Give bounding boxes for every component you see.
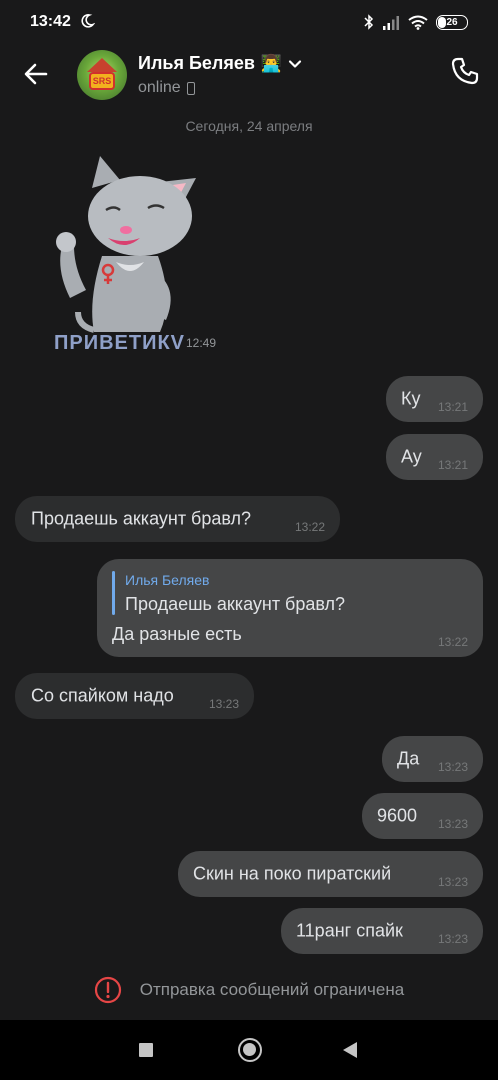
message-text: 9600 xyxy=(377,805,418,826)
recent-apps-button[interactable] xyxy=(139,1043,153,1057)
message-text: Да xyxy=(397,748,420,769)
message-bubble[interactable]: Продаешь аккаунт бравл? 13:22 xyxy=(15,496,340,542)
message-bubble[interactable]: Со спайком надо 13:23 xyxy=(15,673,254,719)
message-time: 12:49 xyxy=(186,336,217,350)
message-text: Ау xyxy=(401,446,422,467)
message-time: 13:23 xyxy=(437,760,468,774)
message-text: 11ранг спайк xyxy=(296,920,403,941)
presence-status: online xyxy=(138,79,195,97)
bluetooth-icon xyxy=(364,14,374,30)
battery-icon: 26 xyxy=(436,14,468,30)
chevron-down-icon[interactable] xyxy=(288,57,302,71)
date-divider: Сегодня, 24 апреля xyxy=(185,118,313,134)
message-time: 13:21 xyxy=(437,458,468,472)
back-arrow-icon[interactable] xyxy=(20,58,52,90)
message-text: Со спайком надо xyxy=(31,685,174,706)
phone-icon[interactable] xyxy=(450,56,480,86)
home-button[interactable] xyxy=(238,1038,262,1062)
messaging-restricted-notice: Отправка сообщений ограничена xyxy=(0,968,498,1012)
message-time: 13:23 xyxy=(208,697,239,711)
message-bubble[interactable]: Ку 13:21 xyxy=(386,376,483,422)
avatar-badge: SRS xyxy=(89,72,115,90)
message-text: Продаешь аккаунт бравл? xyxy=(31,508,252,529)
mobile-device-icon xyxy=(186,81,195,95)
name-emoji: 👨‍💻 xyxy=(260,53,283,73)
contact-name[interactable]: Илья Беляев xyxy=(138,53,255,74)
message-text: Ку xyxy=(401,388,421,409)
message-bubble[interactable]: Скин на поко пиратский 13:23 xyxy=(178,851,483,897)
message-time: 13:21 xyxy=(437,400,468,414)
message-time: 13:23 xyxy=(437,932,468,946)
moon-icon xyxy=(81,14,95,28)
message-time: 13:22 xyxy=(437,635,468,649)
back-button[interactable] xyxy=(343,1042,357,1058)
reply-quoted-text[interactable]: Продаешь аккаунт бравл? xyxy=(125,594,345,615)
status-bar: 13:42 26 xyxy=(0,0,498,44)
message-bubble[interactable]: Ау 13:21 xyxy=(386,434,483,480)
system-navigation-bar xyxy=(0,1020,498,1080)
message-bubble[interactable]: 9600 13:23 xyxy=(362,793,483,839)
restriction-text: Отправка сообщений ограничена xyxy=(139,980,405,999)
avatar[interactable]: SRS xyxy=(77,50,127,100)
reply-author[interactable]: Илья Беляев xyxy=(125,572,209,588)
cat-sticker-image xyxy=(56,156,196,333)
battery-level: 26 xyxy=(446,16,458,28)
status-time: 13:42 xyxy=(30,13,71,30)
chat-header: SRS Илья Беляев 👨‍💻 online xyxy=(0,44,498,110)
reply-message-bubble[interactable]: Илья Беляев Продаешь аккаунт бравл? Да р… xyxy=(97,559,483,657)
contact-name-row[interactable]: Илья Беляев 👨‍💻 xyxy=(138,53,302,74)
message-bubble[interactable]: Да 13:23 xyxy=(382,736,483,782)
reply-quote-bar xyxy=(112,571,115,615)
exclamation-circle-icon xyxy=(94,976,121,1004)
message-text: Скин на поко пиратский xyxy=(193,863,392,884)
message-time: 13:23 xyxy=(437,817,468,831)
signal-icon xyxy=(383,15,399,30)
presence-text: online xyxy=(138,79,181,96)
message-time: 13:22 xyxy=(294,520,325,534)
message-time: 13:23 xyxy=(437,875,468,889)
wifi-icon xyxy=(408,15,428,30)
message-bubble[interactable]: 11ранг спайк 13:23 xyxy=(281,908,483,954)
sticker-caption: ПРИВЕТИКV xyxy=(54,332,186,354)
message-text: Да разные есть xyxy=(112,624,242,644)
cat-sticker[interactable]: ПРИВЕТИКV xyxy=(48,150,198,360)
